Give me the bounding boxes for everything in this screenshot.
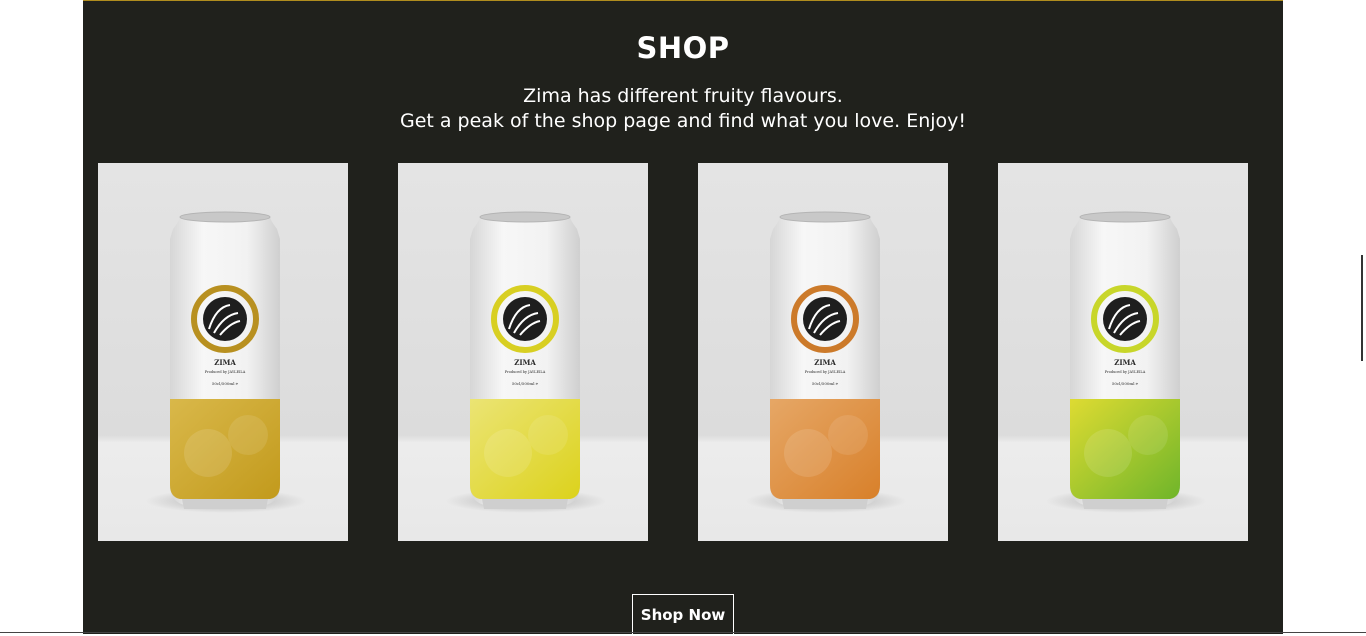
can-volume-label: 50cl/500ml ℮ (212, 381, 239, 386)
product-image: ZIMA Produced by JAYLEILA 50cl/500ml ℮ (98, 163, 348, 541)
bottom-divider (0, 632, 1366, 633)
product-card-2[interactable]: ZIMA Produced by JAYLEILA 50cl/500ml ℮ (398, 163, 648, 541)
can-producer-label: Produced by JAYLEILA (205, 370, 246, 374)
can-brand-label: ZIMA (514, 358, 536, 367)
can-brand-label: ZIMA (214, 358, 236, 367)
shop-subtitle-line-1: Zima has different fruity flavours. (523, 85, 843, 107)
can-volume-label: 50cl/500ml ℮ (1112, 381, 1139, 386)
product-card-1[interactable]: ZIMA Produced by JAYLEILA 50cl/500ml ℮ (98, 163, 348, 541)
shop-now-button[interactable]: Shop Now (632, 594, 734, 636)
can-brand-label: ZIMA (1114, 358, 1136, 367)
can-producer-label: Produced by JAYLEILA (805, 370, 846, 374)
shop-subtitle: Zima has different fruity flavours. Get … (83, 84, 1283, 134)
product-image: ZIMA Produced by JAYLEILA 50cl/500ml ℮ (398, 163, 648, 541)
can-lid (179, 211, 271, 223)
can-volume-label: 50cl/500ml ℮ (512, 381, 539, 386)
can-volume-label: 50cl/500ml ℮ (812, 381, 839, 386)
can-brand-label: ZIMA (814, 358, 836, 367)
scrollbar-thumb[interactable] (1361, 255, 1363, 361)
can-lid (779, 211, 871, 223)
can-producer-label: Produced by JAYLEILA (1105, 370, 1146, 374)
product-card-3[interactable]: ZIMA Produced by JAYLEILA 50cl/500ml ℮ (698, 163, 948, 541)
shop-section: SHOP Zima has different fruity flavours.… (83, 0, 1283, 636)
product-card-4[interactable]: ZIMA Produced by JAYLEILA 50cl/500ml ℮ (998, 163, 1248, 541)
product-image: ZIMA Produced by JAYLEILA 50cl/500ml ℮ (698, 163, 948, 541)
can-producer-label: Produced by JAYLEILA (505, 370, 546, 374)
can-lid (1079, 211, 1171, 223)
product-image: ZIMA Produced by JAYLEILA 50cl/500ml ℮ (998, 163, 1248, 541)
shop-title: SHOP (636, 31, 730, 65)
shop-subtitle-line-2: Get a peak of the shop page and find wha… (399, 110, 967, 132)
can-lid (479, 211, 571, 223)
